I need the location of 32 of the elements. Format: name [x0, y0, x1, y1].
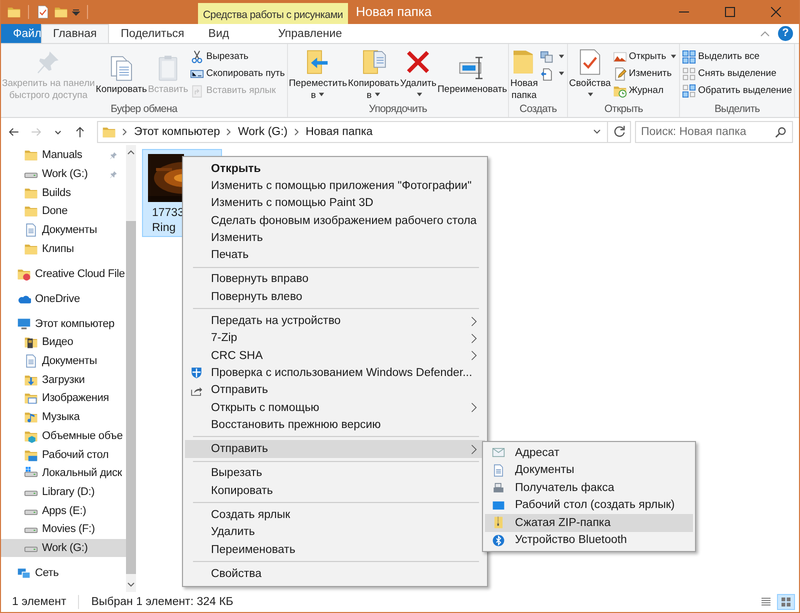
file-name: Ring: [151, 221, 176, 236]
nav-item-label: Apps (E:): [42, 504, 86, 517]
nav-item-label: OneDrive: [35, 292, 80, 305]
ribbon-group-label: Открыть: [603, 102, 644, 117]
window-title: Новая папка: [354, 3, 432, 21]
ribbon-group-label: Упорядочить: [368, 102, 428, 117]
nav-item-label: Done: [42, 205, 68, 218]
nav-item-label: Документы: [42, 355, 97, 368]
nav-item-label: Этот компьютер: [35, 318, 114, 330]
nav-item-label: Movies (F:): [42, 523, 95, 536]
ribbon-group-label: Выделить: [713, 102, 761, 117]
nav-item-label: Видео: [42, 336, 74, 348]
selection-info: Выбран 1 элемент: 324 КБ: [91, 596, 234, 608]
nav-item-label: Клипы: [42, 242, 74, 255]
ribbon-group-label: Буфер обмена: [110, 102, 179, 117]
nav-item-label: Сеть: [35, 566, 59, 579]
nav-item-label: Creative Cloud File: [35, 268, 125, 280]
contextual-tab-header: Средства работы с рисунками: [198, 3, 348, 24]
item-count: 1 элемент: [12, 596, 66, 608]
nav-item-label: Документы: [42, 224, 97, 236]
nav-item-label: Builds: [42, 186, 71, 199]
nav-item-label: Загрузки: [42, 374, 85, 386]
nav-item-label: Work (G:): [42, 168, 88, 180]
ribbon-group-label: Создать: [518, 102, 558, 117]
nav-item-label: Рабочий стол: [42, 448, 109, 461]
nav-item-label: Manuals: [42, 149, 82, 162]
nav-item-label: Музыка: [42, 411, 80, 424]
nav-item-label: Library (D:): [42, 486, 95, 498]
nav-item-label: Объемные объе: [42, 430, 123, 442]
nav-item-label: Изображения: [42, 392, 109, 404]
nav-item-label: Локальный диск: [42, 467, 122, 480]
nav-item-label: Work (G:): [42, 542, 88, 554]
